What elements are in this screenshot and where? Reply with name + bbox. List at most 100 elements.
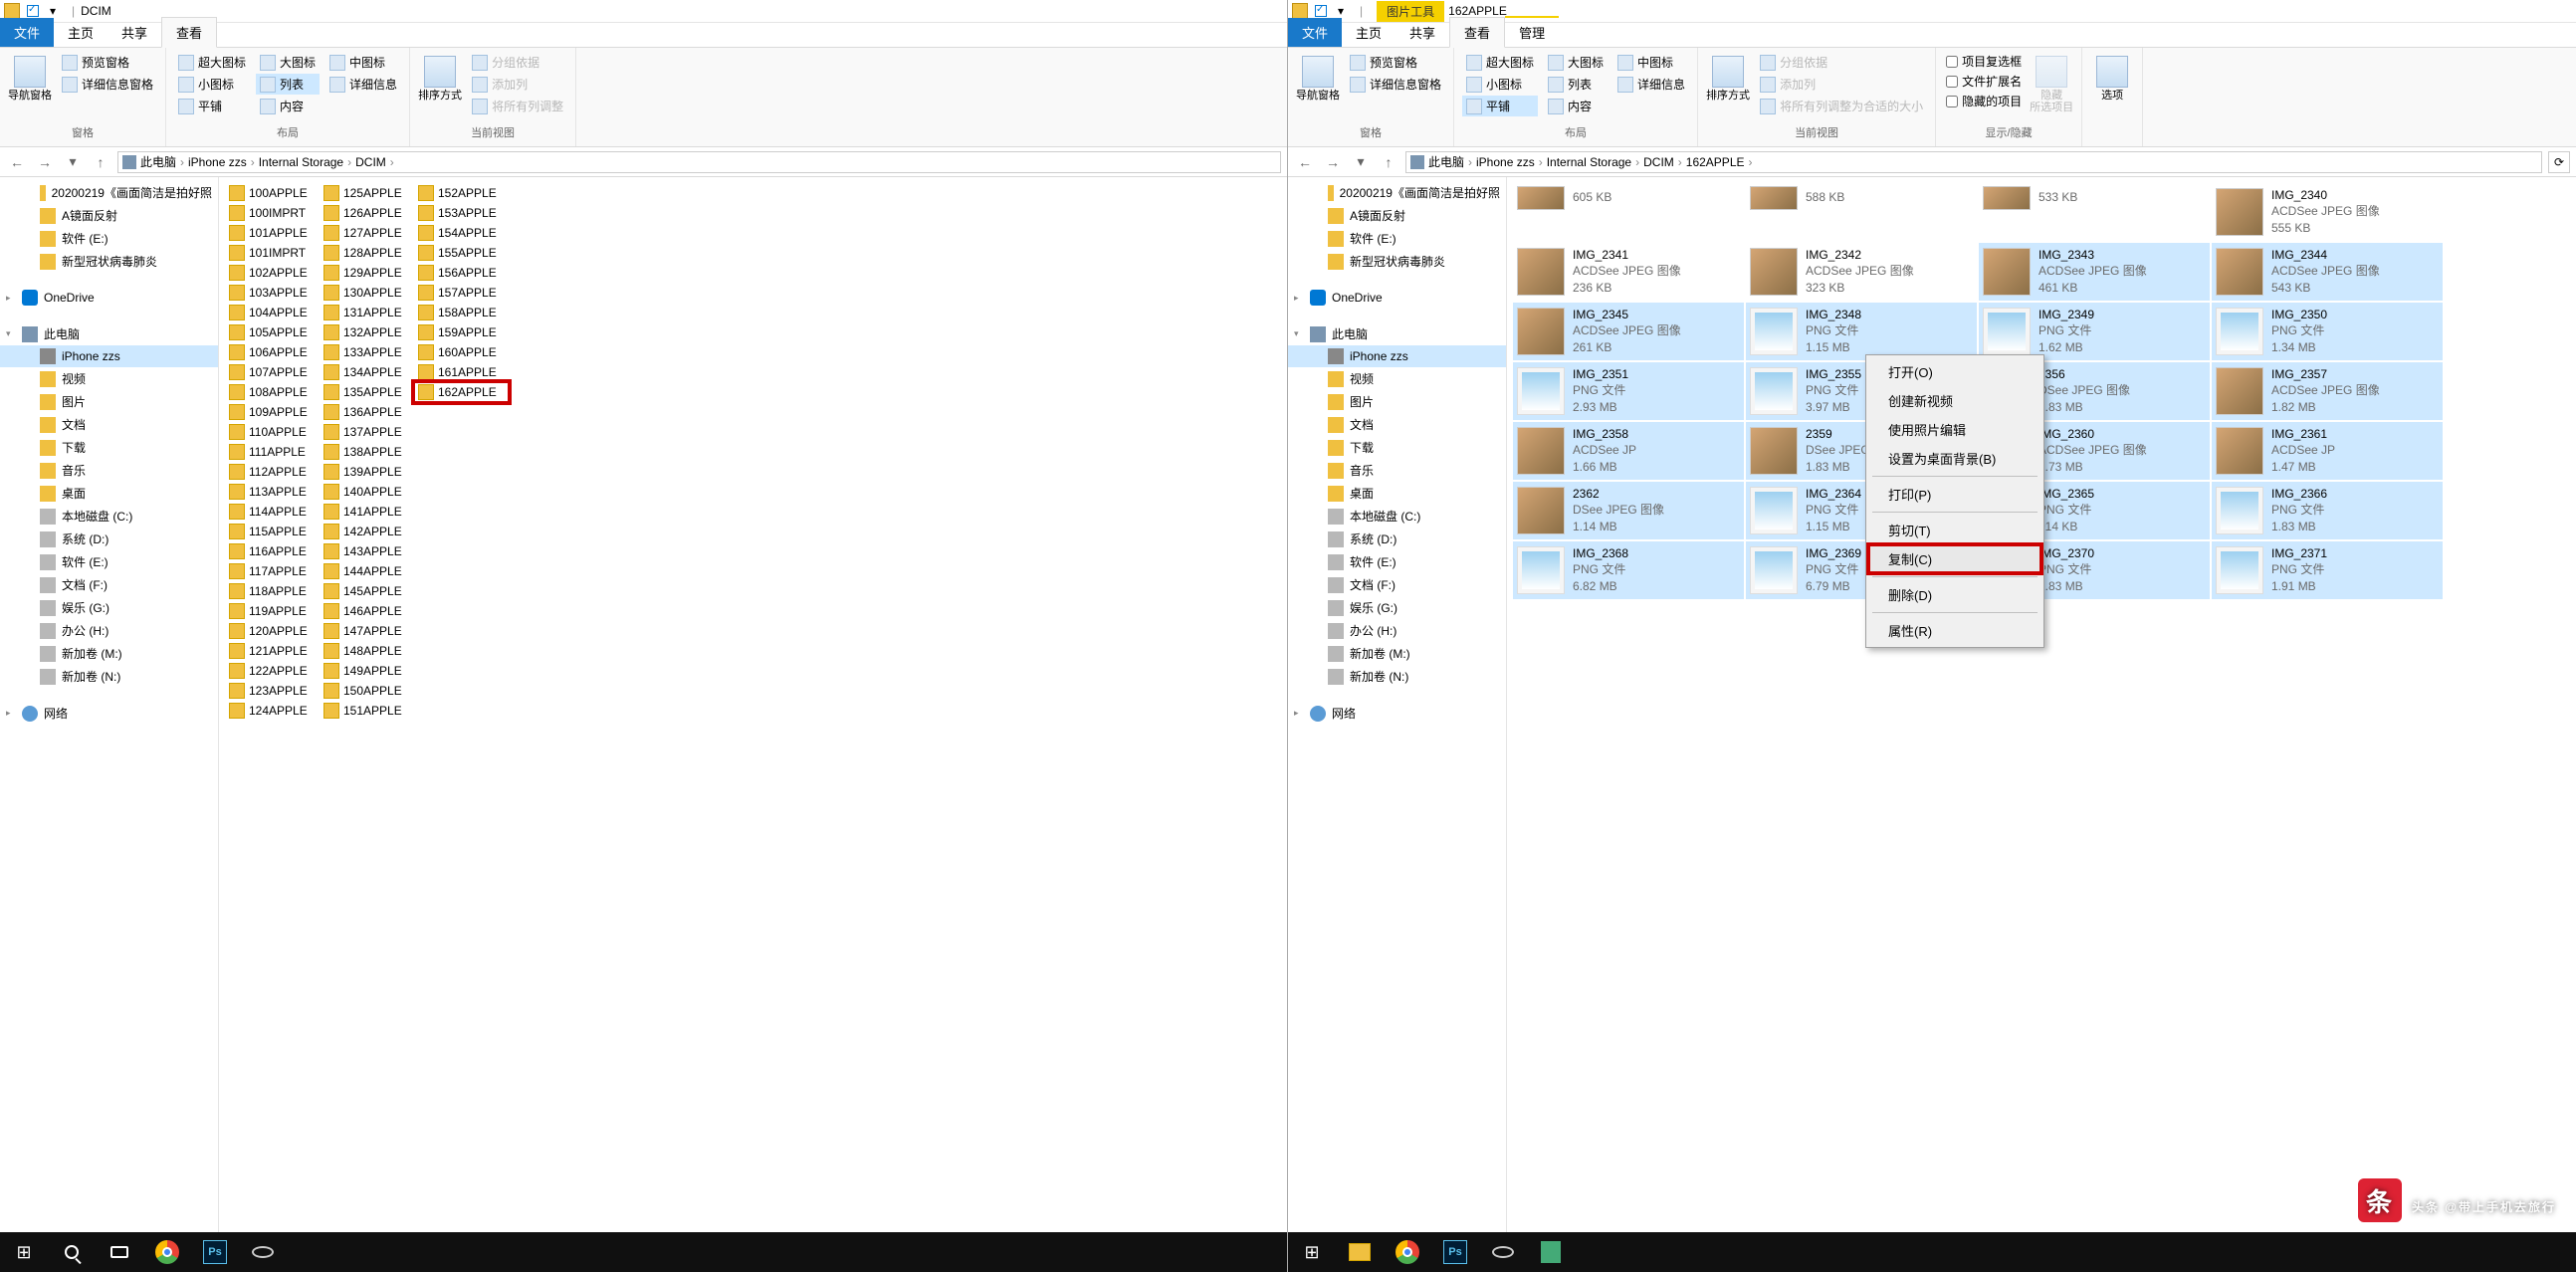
tab-share[interactable]: 共享 — [107, 18, 161, 47]
layout-content[interactable]: 内容 — [256, 96, 320, 116]
folder-item[interactable]: 100APPLE — [225, 183, 320, 203]
context-menu-item[interactable]: 打印(P) — [1868, 480, 2041, 509]
folder-item[interactable]: 161APPLE — [414, 362, 509, 382]
folder-item[interactable]: 138APPLE — [320, 442, 414, 462]
folder-item[interactable]: 117APPLE — [225, 561, 320, 581]
nav-item[interactable]: 新型冠状病毒肺炎 — [1288, 250, 1506, 273]
folder-item[interactable]: 119APPLE — [225, 601, 320, 621]
folder-item[interactable]: 150APPLE — [320, 681, 414, 701]
file-tile[interactable]: IMG_2341ACDSee JPEG 图像236 KB — [1513, 243, 1744, 301]
file-tile[interactable]: 588 KB — [1746, 183, 1977, 213]
nav-item[interactable]: 下载 — [0, 436, 218, 459]
nav-item[interactable]: ▸OneDrive — [1288, 287, 1506, 309]
nav-item[interactable]: 20200219《画面简洁是拍好照 — [0, 181, 218, 204]
file-tile[interactable]: IMG_2348PNG 文件1.15 MB — [1746, 303, 1977, 360]
folder-item[interactable]: 102APPLE — [225, 263, 320, 283]
refresh-button[interactable]: ⟳ — [2548, 151, 2570, 173]
tab-file[interactable]: 文件 — [1288, 18, 1342, 47]
nav-item[interactable]: 新加卷 (N:) — [0, 665, 218, 688]
file-tile[interactable]: IMG_2366PNG 文件1.83 MB — [2212, 482, 2443, 539]
nav-item[interactable]: 文档 (F:) — [1288, 573, 1506, 596]
nav-item[interactable]: 视频 — [1288, 367, 1506, 390]
folder-item[interactable]: 135APPLE — [320, 382, 414, 402]
layout-list[interactable]: 列表 — [1544, 74, 1608, 95]
tab-share[interactable]: 共享 — [1395, 18, 1449, 47]
layout-content[interactable]: 内容 — [1544, 96, 1608, 116]
context-menu-item[interactable]: 复制(C) — [1868, 544, 2041, 573]
folder-item[interactable]: 160APPLE — [414, 342, 509, 362]
file-tile[interactable]: IMG_2358ACDSee JP1.66 MB — [1513, 422, 1744, 480]
nav-item[interactable]: 音乐 — [1288, 459, 1506, 482]
start-button[interactable]: ⊞ — [1288, 1232, 1336, 1272]
breadcrumb[interactable]: 此电脑 — [1428, 153, 1464, 170]
preview-pane-button[interactable]: 预览窗格 — [58, 52, 157, 73]
sort-button[interactable]: 排序方式 — [1706, 52, 1750, 102]
forward-button[interactable]: → — [1322, 151, 1344, 173]
file-tile[interactable]: IMG_2344ACDSee JPEG 图像543 KB — [2212, 243, 2443, 301]
qat-dropdown-icon[interactable]: ▾ — [1334, 4, 1348, 18]
nav-item[interactable]: 软件 (E:) — [0, 227, 218, 250]
folder-item[interactable]: 144APPLE — [320, 561, 414, 581]
layout-xlarge[interactable]: 超大图标 — [174, 52, 250, 73]
item-checkboxes[interactable]: 项目复选框 — [1944, 52, 2024, 71]
folder-item[interactable]: 130APPLE — [320, 283, 414, 303]
context-menu-item[interactable]: 创建新视频 — [1868, 386, 2041, 415]
folder-item[interactable]: 162APPLE — [414, 382, 509, 402]
folder-content[interactable]: 100APPLE100IMPRT101APPLE101IMPRT102APPLE… — [219, 177, 1287, 1250]
nav-pane-button[interactable]: 导航窗格 — [8, 52, 52, 102]
folder-item[interactable]: 140APPLE — [320, 482, 414, 502]
context-menu-item[interactable]: 剪切(T) — [1868, 516, 2041, 544]
folder-item[interactable]: 124APPLE — [225, 701, 320, 721]
groupby-button[interactable]: 分组依据 — [1756, 52, 1927, 73]
folder-item[interactable]: 143APPLE — [320, 541, 414, 561]
navigation-pane[interactable]: 20200219《画面简洁是拍好照A镜面反射软件 (E:)新型冠状病毒肺炎▸On… — [0, 177, 219, 1250]
nav-item[interactable]: ▸OneDrive — [0, 287, 218, 309]
layout-tiles[interactable]: 平铺 — [1462, 96, 1538, 116]
nav-item[interactable]: 文档 — [0, 413, 218, 436]
folder-item[interactable]: 134APPLE — [320, 362, 414, 382]
tab-view[interactable]: 查看 — [1449, 17, 1505, 48]
folder-item[interactable]: 125APPLE — [320, 183, 414, 203]
hidden-items[interactable]: 隐藏的项目 — [1944, 92, 2024, 110]
start-button[interactable]: ⊞ — [0, 1232, 48, 1272]
tab-home[interactable]: 主页 — [54, 18, 107, 47]
nav-item[interactable]: ▾此电脑 — [1288, 322, 1506, 345]
folder-item[interactable]: 129APPLE — [320, 263, 414, 283]
folder-item[interactable]: 108APPLE — [225, 382, 320, 402]
tab-view[interactable]: 查看 — [161, 17, 217, 48]
breadcrumb[interactable]: 162APPLE — [1686, 155, 1745, 169]
qat-checkbox-icon[interactable] — [26, 4, 40, 18]
folder-item[interactable]: 106APPLE — [225, 342, 320, 362]
folder-item[interactable]: 145APPLE — [320, 581, 414, 601]
folder-item[interactable]: 159APPLE — [414, 322, 509, 342]
folder-item[interactable]: 118APPLE — [225, 581, 320, 601]
folder-item[interactable]: 155APPLE — [414, 243, 509, 263]
taskbar-eye-icon[interactable] — [239, 1232, 287, 1272]
folder-item[interactable]: 141APPLE — [320, 502, 414, 522]
nav-item[interactable]: A镜面反射 — [1288, 204, 1506, 227]
up-button[interactable]: ↑ — [90, 151, 111, 173]
folder-item[interactable]: 131APPLE — [320, 303, 414, 322]
preview-pane-button[interactable]: 预览窗格 — [1346, 52, 1445, 73]
tab-manage[interactable]: 管理 — [1505, 16, 1559, 47]
layout-list[interactable]: 列表 — [256, 74, 320, 95]
folder-item[interactable]: 123APPLE — [225, 681, 320, 701]
options-button[interactable]: 选项 — [2090, 52, 2134, 102]
nav-item[interactable]: 新加卷 (M:) — [0, 642, 218, 665]
nav-item[interactable]: iPhone zzs — [1288, 345, 1506, 367]
folder-item[interactable]: 100IMPRT — [225, 203, 320, 223]
breadcrumb[interactable]: DCIM — [355, 155, 386, 169]
nav-item[interactable]: 视频 — [0, 367, 218, 390]
layout-medium[interactable]: 中图标 — [1613, 52, 1689, 73]
nav-item[interactable]: 20200219《画面简洁是拍好照 — [1288, 181, 1506, 204]
layout-details[interactable]: 详细信息 — [1613, 74, 1689, 95]
layout-small[interactable]: 小图标 — [174, 74, 250, 95]
layout-large[interactable]: 大图标 — [1544, 52, 1608, 73]
file-tile[interactable]: 605 KB — [1513, 183, 1744, 213]
nav-item[interactable]: 音乐 — [0, 459, 218, 482]
nav-item[interactable]: 桌面 — [0, 482, 218, 505]
file-tile[interactable]: IMG_2343ACDSee JPEG 图像461 KB — [1979, 243, 2210, 301]
folder-item[interactable]: 115APPLE — [225, 522, 320, 541]
file-tile[interactable]: IMG_2371PNG 文件1.91 MB — [2212, 541, 2443, 599]
folder-item[interactable]: 120APPLE — [225, 621, 320, 641]
